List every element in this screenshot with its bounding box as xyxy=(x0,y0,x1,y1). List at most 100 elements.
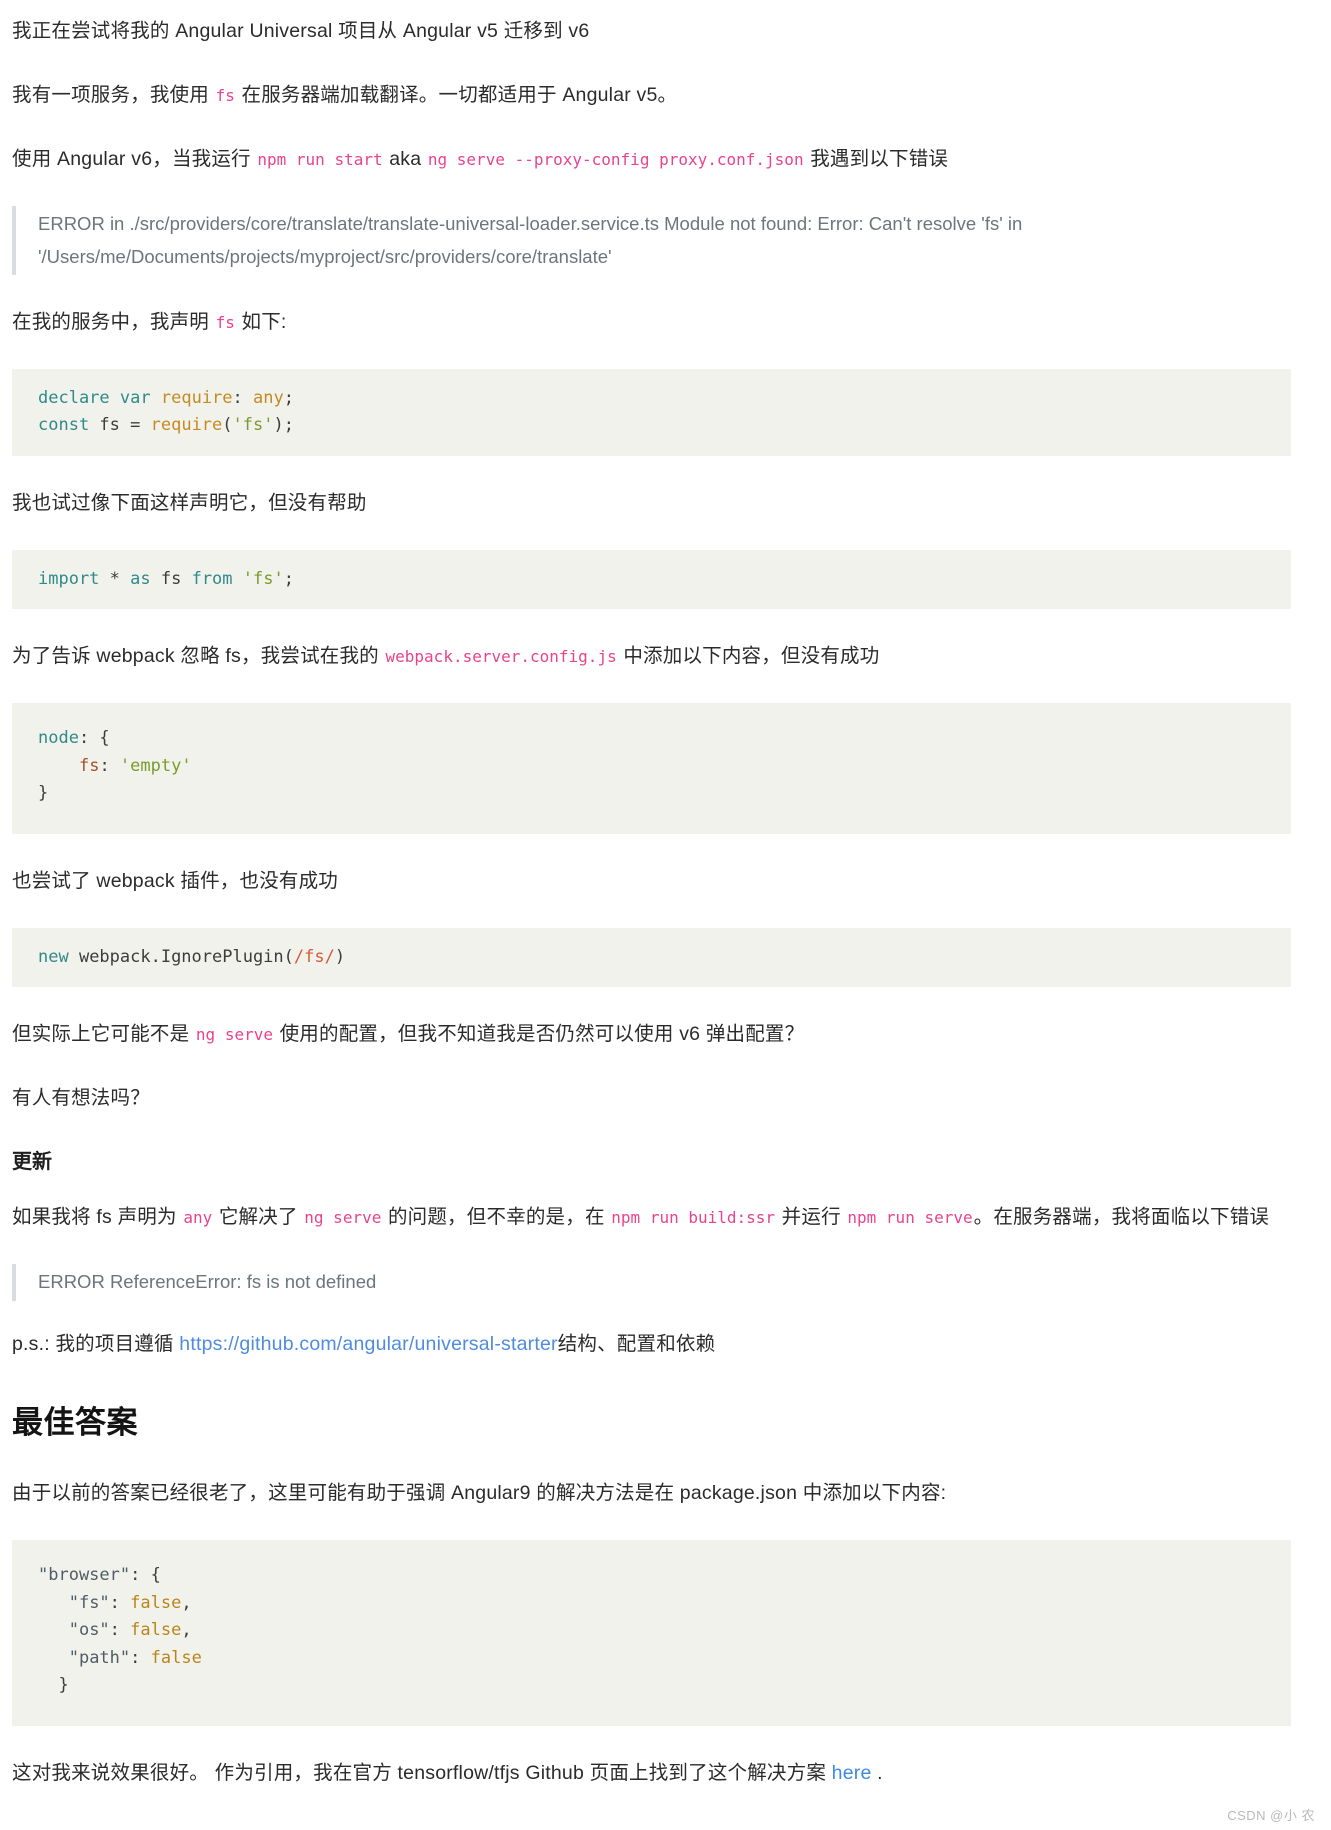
text-segment: 有人有想法吗？ xyxy=(12,1087,150,1110)
code-key: "os" xyxy=(68,1620,110,1641)
code-identifier: require xyxy=(150,415,223,436)
code-key: node xyxy=(38,728,79,749)
text-segment: 它解决了 xyxy=(213,1206,304,1229)
inline-code-ng-serve-proxy: ng serve --proxy-config proxy.conf.json xyxy=(427,150,804,170)
text-segment: 我有一项服务，我使用 xyxy=(12,84,215,107)
code-punct: ) xyxy=(334,946,346,967)
heading-update: 更新 xyxy=(12,1151,52,1174)
code-punct: : xyxy=(109,1592,131,1613)
code-identifier: fs xyxy=(150,568,192,589)
paragraph-also-tried-declare: 我也试过像下面这样声明它，但没有帮助 xyxy=(12,486,1291,520)
code-block-import-fs: import * as fs from 'fs'; xyxy=(12,549,1291,609)
code-identifier: fs xyxy=(89,415,131,436)
link-here[interactable]: here xyxy=(832,1762,872,1784)
text-segment: 我遇到以下错误 xyxy=(804,148,949,171)
code-boolean: false xyxy=(130,1592,182,1613)
code-key: "fs" xyxy=(68,1592,110,1613)
heading-best-answer: 最佳答案 xyxy=(12,1404,138,1440)
inline-code-fs: fs xyxy=(215,313,235,333)
code-punct: : { xyxy=(130,1564,161,1585)
text-segment: 使用 Angular v6，当我运行 xyxy=(12,148,257,171)
inline-code-npm-run-serve: npm run serve xyxy=(847,1208,973,1228)
code-punct: ; xyxy=(283,388,294,409)
inline-code-ng-serve: ng serve xyxy=(304,1208,382,1228)
text-segment: 为了告诉 webpack 忽略 fs，我尝试在我的 xyxy=(12,644,385,667)
code-punct: } xyxy=(38,783,49,804)
code-key: "path" xyxy=(68,1647,131,1668)
text-segment: 结构、配置和依赖 xyxy=(557,1332,716,1355)
paragraph-intro: 我正在尝试将我的 Angular Universal 项目从 Angular v… xyxy=(12,14,1291,48)
code-keyword: import xyxy=(38,568,100,589)
code-keyword: declare xyxy=(38,388,110,409)
text-segment: 的问题，但不幸的是，在 xyxy=(382,1206,611,1229)
code-punct: : xyxy=(109,1620,131,1641)
code-boolean: false xyxy=(150,1647,202,1668)
paragraph-service: 我有一项服务，我使用 fs 在服务器端加载翻译。一切都适用于 Angular v… xyxy=(12,78,1291,112)
code-punct: : xyxy=(99,755,120,776)
code-block-declare-require: declare var require: any; const fs = req… xyxy=(12,369,1291,456)
code-string: 'empty' xyxy=(119,755,192,776)
code-string: 'fs' xyxy=(232,568,284,589)
code-punct: : { xyxy=(78,728,110,749)
text-segment: aka xyxy=(383,148,427,171)
inline-code-any: any xyxy=(183,1208,213,1228)
code-type: any xyxy=(253,388,284,409)
code-punct: ; xyxy=(283,568,294,589)
paragraph-webpack-ignore: 为了告诉 webpack 忽略 fs，我尝试在我的 webpack.server… xyxy=(12,639,1291,673)
code-regex: /fs/ xyxy=(293,946,335,967)
paragraph-webpack-plugin: 也尝试了 webpack 插件，也没有成功 xyxy=(12,864,1291,898)
paragraph-config-doubt: 但实际上它可能不是 ng serve 使用的配置，但我不知道我是否仍然可以使用 … xyxy=(12,1017,1291,1051)
code-key: fs xyxy=(78,755,100,776)
code-keyword: new xyxy=(38,946,69,967)
code-string: 'fs' xyxy=(232,415,274,436)
text-segment: 中添加以下内容，但没有成功 xyxy=(617,644,880,667)
text-segment: 如下: xyxy=(235,311,287,334)
code-punct: * xyxy=(99,568,131,589)
code-punct: : xyxy=(130,1647,151,1668)
paragraph-run-command: 使用 Angular v6，当我运行 npm run start aka ng … xyxy=(12,142,1291,176)
code-boolean: false xyxy=(130,1620,182,1641)
code-block-node-fs-empty: node: { fs: 'empty' } xyxy=(12,703,1291,834)
paragraph-works-for-me: 这对我来说效果很好。 作为引用，我在官方 tensorflow/tfjs Git… xyxy=(12,1756,1291,1790)
code-key: "browser" xyxy=(38,1564,131,1585)
text-segment: 由于以前的答案已经很老了，这里可能有助于强调 Angular9 的解决方法是在 … xyxy=(12,1481,947,1504)
text-segment: 使用的配置，但我不知道我是否仍然可以使用 v6 弹出配置？ xyxy=(273,1022,805,1045)
paragraph-ps-repo: p.s.: 我的项目遵循 https://github.com/angular/… xyxy=(12,1327,1291,1361)
code-punct: = xyxy=(130,415,151,436)
quote-error-module-not-found: ERROR in ./src/providers/core/translate/… xyxy=(12,206,1153,276)
link-universal-starter[interactable]: https://github.com/angular/universal-sta… xyxy=(179,1333,557,1355)
quote-line-1: ERROR in ./src/providers/core/translate/… xyxy=(38,213,1003,235)
code-identifier: require xyxy=(160,388,233,409)
text-segment: . xyxy=(871,1761,883,1784)
code-identifier: webpack.IgnorePlugin xyxy=(68,946,284,967)
code-punct: ); xyxy=(273,415,294,436)
text-segment: 。在服务器端，我将面临以下错误 xyxy=(973,1206,1270,1229)
quote-line: ERROR ReferenceError: fs is not defined xyxy=(38,1271,377,1293)
code-punct: ( xyxy=(283,946,294,967)
article-page: 我正在尝试将我的 Angular Universal 项目从 Angular v… xyxy=(0,0,1331,1830)
paragraph-intro-text: 我正在尝试将我的 Angular Universal 项目从 Angular v… xyxy=(12,20,590,42)
text-segment: 我也试过像下面这样声明它，但没有帮助 xyxy=(12,491,367,514)
inline-code-fs: fs xyxy=(215,86,235,106)
text-segment: 在服务器端加载翻译。一切都适用于 Angular v5。 xyxy=(235,84,678,107)
text-segment: 在我的服务中，我声明 xyxy=(12,311,215,334)
code-block-ignore-plugin: new webpack.IgnorePlugin(/fs/) xyxy=(12,927,1291,987)
text-segment: 如果我将 fs 声明为 xyxy=(12,1206,183,1229)
code-keyword: const xyxy=(38,415,90,436)
code-keyword: as xyxy=(130,568,151,589)
inline-code-webpack-server-config: webpack.server.config.js xyxy=(385,646,617,666)
quote-reference-error: ERROR ReferenceError: fs is not defined xyxy=(12,1264,1153,1301)
watermark-csdn: CSDN @小 农 xyxy=(1227,1807,1315,1823)
paragraph-answer-intro: 由于以前的答案已经很老了，这里可能有助于强调 Angular9 的解决方法是在 … xyxy=(12,1476,1291,1510)
code-keyword: var xyxy=(119,388,151,409)
inline-code-npm-run-build-ssr: npm run build:ssr xyxy=(611,1208,776,1228)
text-segment: p.s.: 我的项目遵循 xyxy=(12,1332,180,1355)
inline-code-npm-run-start: npm run start xyxy=(257,150,383,170)
code-punct: ( xyxy=(222,415,233,436)
code-punct: , xyxy=(181,1620,192,1641)
paragraph-update-detail: 如果我将 fs 声明为 any 它解决了 ng serve 的问题，但不幸的是，… xyxy=(12,1200,1291,1234)
text-segment: 但实际上它可能不是 xyxy=(12,1022,195,1045)
text-segment: 也尝试了 webpack 插件，也没有成功 xyxy=(12,869,338,892)
text-segment: 并运行 xyxy=(776,1206,847,1229)
inline-code-ng-serve: ng serve xyxy=(195,1024,273,1044)
